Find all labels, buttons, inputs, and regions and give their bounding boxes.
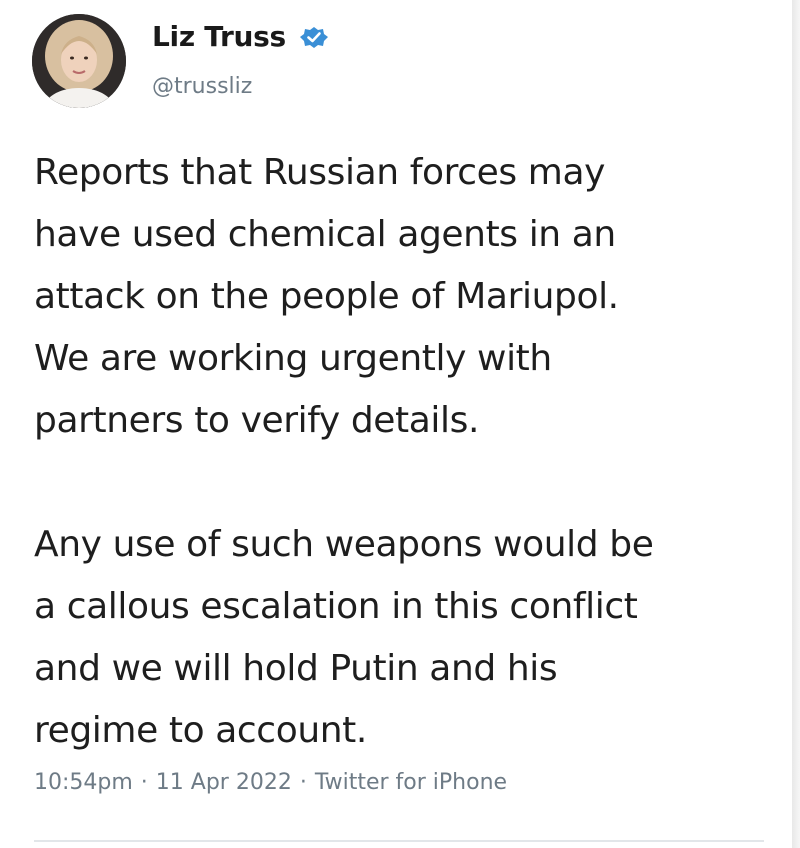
handle[interactable]: @trussliz <box>152 74 252 99</box>
right-edge-border <box>792 0 800 848</box>
tweet-source[interactable]: Twitter for iPhone <box>315 770 507 795</box>
tweet-paragraph-1: Reports that Russian forces may have use… <box>34 152 619 441</box>
meta-separator-2: · <box>299 770 307 795</box>
tweet-meta: 10:54pm · 11 Apr 2022 · Twitter for iPho… <box>34 770 507 795</box>
profile-photo-icon <box>32 14 126 108</box>
tweet-date[interactable]: 11 Apr 2022 <box>156 770 292 795</box>
author-row: Liz Truss <box>152 20 330 53</box>
tweet-text: Reports that Russian forces may have use… <box>34 142 774 762</box>
tweet-card: Liz Truss @trussliz Reports that Russian… <box>0 0 792 848</box>
divider <box>34 840 764 842</box>
display-name[interactable]: Liz Truss <box>152 20 286 53</box>
verified-badge-icon <box>298 24 330 50</box>
meta-separator-1: · <box>140 770 148 795</box>
tweet-paragraph-2: Any use of such weapons would be a callo… <box>34 524 654 751</box>
tweet-time[interactable]: 10:54pm <box>34 770 133 795</box>
avatar[interactable] <box>32 14 126 108</box>
